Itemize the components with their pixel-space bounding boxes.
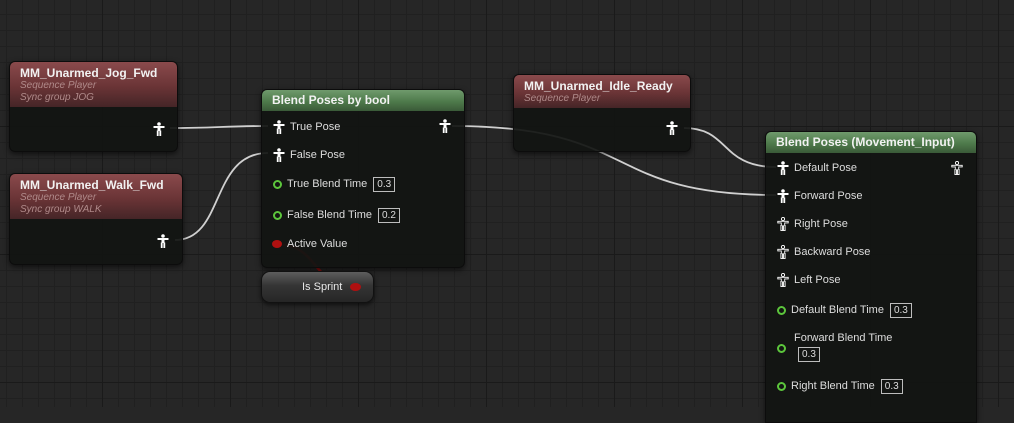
false-pose-label: False Pose [290, 149, 346, 161]
right-blend-time-label: Right Blend Time [791, 380, 875, 392]
is-sprint-label: Is Sprint [302, 281, 343, 293]
right-blend-time-pin[interactable]: Right Blend Time 0.3 [777, 378, 903, 394]
forward-pose-pin[interactable]: Forward Pose [777, 188, 862, 204]
false-pose-pin[interactable]: False Pose [273, 147, 345, 163]
walk-node-sync: Sync group WALK [20, 204, 102, 215]
default-pose-label: Default Pose [794, 162, 857, 174]
walk-node-type: Sequence Player [20, 192, 97, 203]
default-blend-time-input[interactable]: 0.3 [889, 302, 912, 318]
float-ring-icon[interactable] [777, 305, 786, 315]
active-value-pin[interactable]: Active Value [272, 236, 347, 252]
pose-figure-icon[interactable] [157, 234, 169, 248]
blend-poses-movement-node[interactable]: Blend Poses (Movement_Input) Default Pos… [765, 131, 977, 423]
float-ring-icon[interactable] [273, 179, 282, 189]
backward-pose-pin[interactable]: Backward Pose [777, 244, 870, 260]
forward-pose-label: Forward Pose [794, 190, 863, 202]
idle-node-header[interactable]: MM_Unarmed_Idle_Ready Sequence Player [514, 75, 690, 108]
forward-blend-time-pin[interactable] [777, 340, 791, 356]
blend-bool-header[interactable]: Blend Poses by bool [262, 90, 464, 111]
is-sprint-variable-node[interactable]: Is Sprint [261, 271, 374, 303]
idle-sequence-node[interactable]: MM_Unarmed_Idle_Ready Sequence Player [513, 74, 691, 152]
wire-idle-to-default-pose[interactable] [683, 127, 777, 168]
active-value-label: Active Value [287, 238, 348, 250]
default-blend-time-pin[interactable]: Default Blend Time 0.3 [777, 302, 912, 318]
forward-blend-time-label: Forward Blend Time [794, 332, 893, 344]
blend-poses-by-bool-node[interactable]: Blend Poses by bool True Pose False Pose… [261, 89, 465, 268]
backward-pose-label: Backward Pose [794, 246, 871, 258]
false-blend-time-label: False Blend Time [287, 209, 372, 221]
jog-node-sync: Sync group JOG [20, 92, 94, 103]
bool-dot-icon[interactable] [272, 240, 282, 248]
jog-sequence-node[interactable]: MM_Unarmed_Jog_Fwd Sequence Player Sync … [9, 61, 178, 152]
pose-figure-outline-icon[interactable] [951, 161, 963, 175]
right-pose-pin[interactable]: Right Pose [777, 216, 848, 232]
float-ring-icon[interactable] [273, 210, 282, 220]
walk-node-header[interactable]: MM_Unarmed_Walk_Fwd Sequence Player Sync… [10, 174, 182, 219]
true-blend-time-input[interactable]: 0.3 [373, 176, 396, 192]
true-blend-time-pin[interactable]: True Blend Time 0.3 [273, 176, 396, 192]
true-blend-time-label: True Blend Time [287, 178, 368, 190]
forward-blend-time-input[interactable]: 0.3 [798, 347, 820, 362]
pose-figure-outline-icon[interactable] [777, 217, 789, 231]
wire-walk-to-false-pose[interactable] [174, 152, 269, 241]
jog-node-type: Sequence Player [20, 80, 97, 91]
false-blend-time-pin[interactable]: False Blend Time 0.2 [273, 207, 400, 223]
blend-movement-header[interactable]: Blend Poses (Movement_Input) [766, 132, 976, 153]
bool-dot-icon[interactable] [350, 283, 361, 291]
right-pose-label: Right Pose [794, 218, 848, 230]
default-pose-pin[interactable]: Default Pose [777, 160, 857, 176]
pose-figure-outline-icon[interactable] [777, 273, 789, 287]
walk-sequence-node[interactable]: MM_Unarmed_Walk_Fwd Sequence Player Sync… [9, 173, 183, 265]
float-ring-icon[interactable] [777, 343, 786, 353]
pose-figure-outline-icon[interactable] [777, 245, 789, 259]
blend-movement-title: Blend Poses (Movement_Input) [776, 135, 955, 149]
jog-node-title: MM_Unarmed_Jog_Fwd [20, 66, 158, 80]
pose-figure-icon[interactable] [273, 120, 285, 134]
left-pose-label: Left Pose [794, 274, 841, 286]
idle-node-title: MM_Unarmed_Idle_Ready [524, 79, 673, 93]
pose-figure-icon[interactable] [273, 148, 285, 162]
pose-figure-icon[interactable] [777, 189, 789, 203]
true-pose-label: True Pose [290, 121, 341, 133]
pose-figure-icon[interactable] [666, 121, 678, 135]
true-pose-pin[interactable]: True Pose [273, 119, 340, 135]
jog-node-header[interactable]: MM_Unarmed_Jog_Fwd Sequence Player Sync … [10, 62, 177, 107]
default-blend-time-label: Default Blend Time [791, 304, 884, 316]
pose-figure-icon[interactable] [153, 122, 165, 136]
left-pose-pin[interactable]: Left Pose [777, 272, 840, 288]
idle-node-type: Sequence Player [524, 93, 601, 104]
pose-figure-icon[interactable] [439, 119, 451, 133]
blend-bool-title: Blend Poses by bool [272, 93, 391, 107]
walk-node-title: MM_Unarmed_Walk_Fwd [20, 178, 164, 192]
wire-jog-to-true-pose[interactable] [169, 125, 269, 129]
pose-figure-icon[interactable] [777, 161, 789, 175]
false-blend-time-input[interactable]: 0.2 [377, 207, 400, 223]
float-ring-icon[interactable] [777, 381, 786, 391]
right-blend-time-input[interactable]: 0.3 [880, 378, 903, 394]
